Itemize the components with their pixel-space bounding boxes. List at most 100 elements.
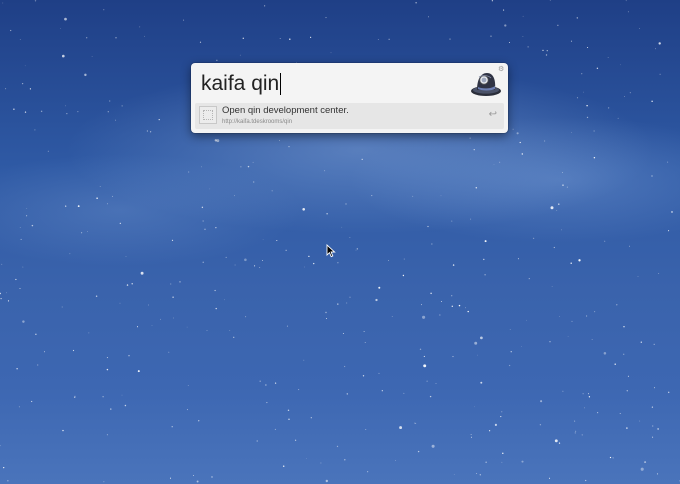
star <box>72 349 75 352</box>
star <box>521 153 524 155</box>
star <box>253 181 255 183</box>
star <box>29 88 32 90</box>
star <box>7 480 9 482</box>
alfred-hat-icon <box>471 73 501 96</box>
star <box>629 92 631 94</box>
star <box>581 434 583 436</box>
star <box>551 285 553 287</box>
search-row[interactable]: kaifa qin ⚙ <box>191 63 508 103</box>
star <box>337 303 339 305</box>
star <box>325 479 328 483</box>
desktop-background: kaifa qin ⚙ Open qin development center.… <box>0 0 680 484</box>
star <box>402 274 405 277</box>
return-key-icon: ↩ <box>488 109 497 120</box>
gear-icon[interactable]: ⚙ <box>498 66 504 73</box>
star <box>503 9 505 11</box>
star <box>483 258 485 261</box>
star <box>10 29 12 32</box>
star <box>403 392 405 394</box>
star <box>337 262 339 264</box>
search-input[interactable]: kaifa qin <box>201 72 282 96</box>
star <box>508 364 511 367</box>
star <box>74 395 76 397</box>
star <box>475 187 478 189</box>
star <box>247 165 250 168</box>
star <box>261 259 264 262</box>
star <box>88 332 90 334</box>
star <box>336 445 339 448</box>
star <box>274 428 276 430</box>
star <box>183 19 185 21</box>
star <box>271 190 273 192</box>
star <box>279 140 280 141</box>
result-subtitle: http://kaifa.tdeskrooms/qin <box>222 119 293 125</box>
star <box>240 166 242 168</box>
star <box>110 408 112 410</box>
star <box>479 474 481 476</box>
star <box>34 129 36 131</box>
star <box>202 220 204 222</box>
star <box>365 428 367 430</box>
star <box>16 368 18 370</box>
star <box>159 318 161 320</box>
star <box>415 2 417 4</box>
star <box>571 320 573 322</box>
star <box>667 161 669 163</box>
star <box>458 304 461 307</box>
star <box>19 288 21 290</box>
star <box>274 382 277 384</box>
star <box>501 461 503 463</box>
star <box>510 351 512 353</box>
star <box>3 466 5 469</box>
star <box>22 320 25 323</box>
star <box>491 0 494 2</box>
star <box>668 230 670 232</box>
star <box>521 460 524 463</box>
star <box>201 206 204 209</box>
star <box>87 231 88 232</box>
star <box>427 225 429 228</box>
star <box>146 130 148 132</box>
star <box>484 240 487 243</box>
star <box>395 459 396 461</box>
result-item[interactable]: Open qin development center. http://kaif… <box>195 103 504 129</box>
star <box>149 131 152 133</box>
star <box>594 311 596 313</box>
star <box>170 283 172 285</box>
star <box>304 266 305 268</box>
star <box>173 317 174 319</box>
star <box>131 283 133 285</box>
star <box>367 471 369 473</box>
star <box>61 306 63 308</box>
star <box>310 36 312 38</box>
star <box>473 149 475 151</box>
star <box>186 409 188 411</box>
star <box>570 40 573 42</box>
star <box>571 132 572 134</box>
star <box>480 336 483 340</box>
star <box>493 164 495 165</box>
star <box>612 457 614 459</box>
star <box>211 476 213 478</box>
star <box>345 203 347 205</box>
star <box>140 271 144 275</box>
star <box>651 406 654 408</box>
star <box>121 394 123 396</box>
star <box>519 141 521 144</box>
star <box>66 113 68 115</box>
star <box>102 396 104 398</box>
star <box>20 238 22 240</box>
star <box>47 150 49 152</box>
alfred-window: kaifa qin ⚙ Open qin development center.… <box>191 63 508 133</box>
star <box>527 46 529 48</box>
star <box>625 0 627 2</box>
star <box>256 440 258 442</box>
star <box>77 111 79 113</box>
star <box>346 302 348 304</box>
star <box>429 395 432 398</box>
star <box>137 370 140 373</box>
star <box>549 341 551 343</box>
star <box>361 158 363 161</box>
star <box>640 341 642 343</box>
star <box>279 38 281 39</box>
